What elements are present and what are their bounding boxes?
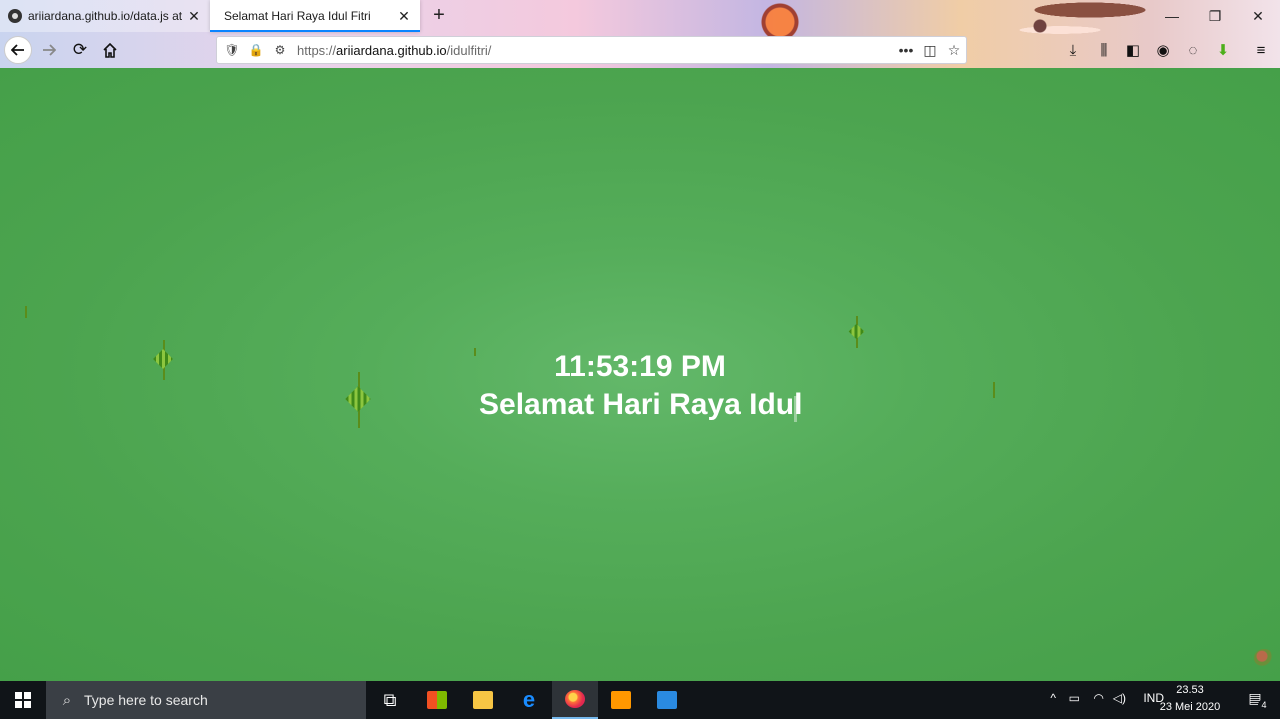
browser-chrome: ariiardana.github.io/data.js at m ✕ Sela…: [0, 0, 1280, 68]
taskbar: ⌕ Type here to search ⧉ e ^ ▭ ◠ ◁) IND 2…: [0, 681, 1280, 719]
decoration-icon: [1254, 649, 1274, 667]
taskbar-time[interactable]: 23.53: [1155, 684, 1225, 696]
tab-label: ariiardana.github.io/data.js at m: [28, 9, 186, 23]
github-icon: [8, 9, 22, 23]
address-bar[interactable]: 🛡 🔒 ⚙ https://ariiardana.github.io/idulf…: [216, 36, 967, 64]
download-extension-icon[interactable]: ⬇: [1212, 40, 1234, 62]
forward-arrow-icon: [43, 44, 56, 56]
close-window-button[interactable]: ✕: [1248, 6, 1268, 26]
tab-github[interactable]: ariiardana.github.io/data.js at m ✕: [0, 0, 210, 32]
chevron-up-icon[interactable]: ^: [1050, 691, 1056, 705]
url-host: ariiardana.github.io: [336, 42, 447, 58]
downloads-icon[interactable]: ⤓: [1062, 40, 1084, 62]
mail-app[interactable]: [644, 681, 690, 719]
edge-app[interactable]: e: [506, 681, 552, 719]
page-content: 11:53:19 PM Selamat Hari Raya Idul: [0, 68, 1280, 681]
page-actions-icon[interactable]: •••: [894, 42, 918, 58]
ketupat-decoration: [990, 382, 998, 398]
bookmark-star-icon[interactable]: ☆: [942, 42, 966, 59]
tab-idulfitri[interactable]: Selamat Hari Raya Idul Fitri ✕: [210, 0, 420, 32]
taskbar-search[interactable]: ⌕ Type here to search: [46, 681, 366, 719]
sidebar-icon[interactable]: ◧: [1122, 40, 1144, 62]
task-view-button[interactable]: ⧉: [367, 681, 413, 719]
start-button[interactable]: [0, 681, 46, 719]
reload-icon: ⟳: [72, 40, 88, 59]
url-text[interactable]: https://ariiardana.github.io/idulfitri/: [297, 43, 894, 58]
notification-count: 4: [1258, 699, 1270, 711]
firefox-app[interactable]: [552, 681, 598, 719]
store-app[interactable]: [414, 681, 460, 719]
clock-display: 11:53:19 PM: [554, 350, 726, 383]
menu-icon[interactable]: ≡: [1250, 40, 1272, 62]
close-tab-icon[interactable]: ✕: [396, 8, 412, 24]
pocket-icon[interactable]: ◫: [918, 42, 942, 59]
lock-icon[interactable]: 🔒: [247, 43, 265, 57]
navigation-toolbar: ⟳ 🛡 🔒 ⚙ https://ariiardana.github.io/idu…: [0, 32, 1280, 68]
search-placeholder: Type here to search: [84, 692, 208, 708]
shield-icon[interactable]: 🛡: [223, 43, 241, 57]
tab-label: Selamat Hari Raya Idul Fitri: [224, 9, 371, 23]
wifi-icon[interactable]: ◠: [1094, 691, 1104, 705]
system-tray: ^ ▭ ◠ ◁) IND 23.53 23 Mei 2020 ▤ 4: [1040, 681, 1280, 719]
new-tab-button[interactable]: +: [428, 4, 450, 26]
permissions-icon[interactable]: ⚙: [271, 43, 289, 57]
sublime-app[interactable]: [598, 681, 644, 719]
home-icon: [103, 42, 117, 58]
greeting-text: Selamat Hari Raya Idul: [479, 388, 803, 421]
tab-bar: ariiardana.github.io/data.js at m ✕ Sela…: [0, 0, 1280, 32]
sublime-icon: [611, 691, 631, 709]
close-tab-icon[interactable]: ✕: [186, 8, 202, 24]
home-button[interactable]: [96, 36, 124, 64]
folder-icon: [473, 691, 493, 709]
edge-icon: e: [522, 687, 536, 712]
url-scheme: https://: [297, 42, 337, 58]
taskbar-date[interactable]: 23 Mei 2020: [1155, 701, 1225, 713]
windows-logo-icon: [15, 692, 31, 708]
restore-button[interactable]: ❐: [1205, 6, 1225, 26]
search-icon: ⌕: [62, 691, 72, 709]
url-path: /idulfitri/: [446, 42, 492, 58]
file-explorer-app[interactable]: [460, 681, 506, 719]
task-view-icon: ⧉: [383, 689, 397, 710]
battery-icon[interactable]: ▭: [1069, 691, 1080, 705]
ketupat-decoration: [22, 306, 30, 318]
mail-icon: [657, 691, 677, 709]
back-button[interactable]: [4, 36, 32, 64]
ketupat-decoration: [848, 316, 866, 348]
volume-icon[interactable]: ◁): [1113, 691, 1126, 705]
forward-button[interactable]: [35, 36, 63, 64]
store-icon: [427, 691, 447, 709]
minimize-button[interactable]: —: [1162, 6, 1182, 26]
library-icon[interactable]: ⫼: [1093, 40, 1115, 62]
reload-button[interactable]: ⟳: [66, 36, 94, 64]
vpn-globe-icon[interactable]: ◌: [1182, 40, 1204, 62]
firefox-icon: [565, 690, 585, 708]
typing-cursor: [794, 396, 797, 422]
back-arrow-icon: [11, 44, 24, 56]
account-icon[interactable]: ◉: [1152, 40, 1174, 62]
